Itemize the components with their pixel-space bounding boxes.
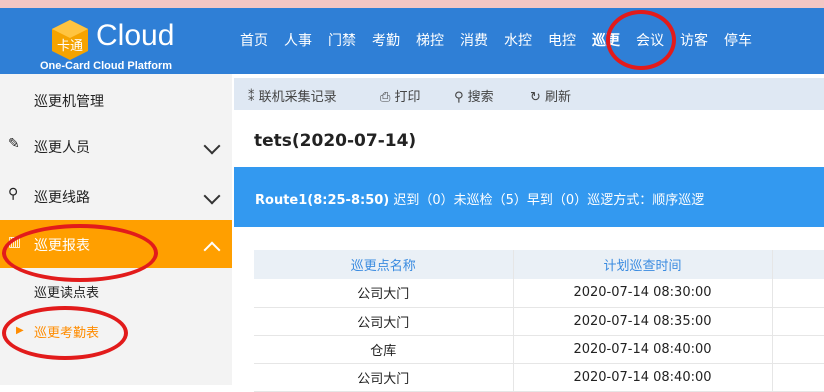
sidebar-item-label: 巡更机管理	[34, 94, 104, 110]
app-header: 卡通 Cloud One-Card Cloud Platform 首页 人事 门…	[0, 8, 824, 74]
table-cell	[772, 307, 824, 336]
route-summary: 迟到（0）未巡检（5）早到（0）巡逻方式：顺序巡逻	[393, 193, 705, 208]
map-pin-icon: ⚲	[8, 186, 19, 202]
table-cell: 公司大门	[254, 307, 514, 336]
sidebar-item-patrol-staff[interactable]: ✎ 巡更人员	[0, 122, 232, 170]
table-cell: 2020-07-14 08:30:00	[513, 279, 773, 308]
table-cell: 公司大门	[254, 279, 514, 308]
search-button[interactable]: ⚲ 搜索	[454, 86, 494, 105]
nav-visitor[interactable]: 访客	[672, 8, 716, 74]
column-header: 巡更点名称	[254, 250, 514, 279]
sidebar-subitem-read-points[interactable]: 巡更读点表	[34, 282, 99, 301]
nav-patrol[interactable]: 巡更	[584, 8, 628, 74]
main-nav: 首页 人事 门禁 考勤 梯控 消费 水控 电控 巡更 会议 访客 停车	[232, 8, 760, 74]
column-header	[772, 250, 824, 279]
user-icon: ✎	[8, 136, 20, 152]
table-cell: 2020-07-14 08:40:00	[513, 363, 773, 392]
sidebar: 巡更机管理 ✎ 巡更人员 ⚲ 巡更线路 ▥ 巡更报表 巡更读点表 ▶ 巡更考勤表	[0, 74, 232, 385]
bar-chart-icon: ▥	[8, 234, 22, 250]
nav-meeting[interactable]: 会议	[628, 8, 672, 74]
nav-attendance[interactable]: 考勤	[364, 8, 408, 74]
search-label: 搜索	[467, 90, 494, 105]
print-icon: ⎙	[380, 90, 391, 105]
table-row: 公司大门 2020-07-14 08:30:00	[254, 279, 824, 308]
search-icon: ⚲	[454, 90, 464, 105]
sidebar-item-label: 巡更报表	[34, 238, 90, 254]
nav-home[interactable]: 首页	[232, 8, 276, 74]
record-button[interactable]: ⁑ 联机采集记录	[248, 86, 337, 105]
patrol-table: 巡更点名称 计划巡查时间 公司大门 2020-07-14 08:30:00 公司…	[254, 250, 824, 392]
table-cell: 公司大门	[254, 363, 514, 392]
table-cell	[772, 363, 824, 392]
sidebar-item-patrol-report[interactable]: ▥ 巡更报表	[0, 220, 232, 268]
print-label: 打印	[394, 90, 421, 105]
logo-subtitle: One-Card Cloud Platform	[40, 60, 173, 72]
chevron-down-icon	[203, 187, 221, 205]
column-header: 计划巡查时间	[513, 250, 773, 279]
record-label: 联机采集记录	[258, 90, 337, 105]
top-strip	[0, 0, 824, 8]
table-header-row: 巡更点名称 计划巡查时间	[254, 250, 824, 279]
sidebar-item-label: 巡更人员	[34, 140, 90, 156]
route-banner: Route1(8:25-8:50) 迟到（0）未巡检（5）早到（0）巡逻方式：顺…	[234, 167, 824, 227]
table-row: 公司大门 2020-07-14 08:40:00	[254, 363, 824, 392]
table-cell: 仓库	[254, 335, 514, 364]
logo-icon: 卡通	[52, 20, 88, 60]
table-cell: 2020-07-14 08:40:00	[513, 335, 773, 364]
table-row: 公司大门 2020-07-14 08:35:00	[254, 307, 824, 336]
triangle-right-icon: ▶	[16, 325, 24, 336]
table-cell	[772, 335, 824, 364]
nav-water[interactable]: 水控	[496, 8, 540, 74]
chevron-down-icon	[203, 137, 221, 155]
logo-text: Cloud	[96, 19, 175, 52]
toolbar: ⁑ 联机采集记录 ⎙ 打印 ⚲ 搜索 ↻ 刷新	[234, 78, 824, 110]
table-cell	[772, 279, 824, 308]
sidebar-item-patrol-device[interactable]: 巡更机管理	[0, 76, 232, 124]
nav-consume[interactable]: 消费	[452, 8, 496, 74]
print-button[interactable]: ⎙ 打印	[380, 86, 421, 105]
route-name: Route1(8:25-8:50)	[255, 193, 390, 208]
svg-text:卡通: 卡通	[57, 39, 83, 54]
refresh-button[interactable]: ↻ 刷新	[530, 86, 571, 105]
nav-parking[interactable]: 停车	[716, 8, 760, 74]
sidebar-subitem-attendance[interactable]: 巡更考勤表	[34, 322, 99, 341]
nav-power[interactable]: 电控	[540, 8, 584, 74]
sidebar-item-label: 巡更线路	[34, 190, 90, 206]
sparkle-icon: ⁑	[248, 90, 255, 105]
nav-hr[interactable]: 人事	[276, 8, 320, 74]
nav-access[interactable]: 门禁	[320, 8, 364, 74]
refresh-icon: ↻	[530, 90, 541, 105]
refresh-label: 刷新	[545, 90, 572, 105]
sidebar-item-patrol-route[interactable]: ⚲ 巡更线路	[0, 172, 232, 220]
nav-elevator[interactable]: 梯控	[408, 8, 452, 74]
chevron-up-icon	[203, 241, 221, 259]
table-cell: 2020-07-14 08:35:00	[513, 307, 773, 336]
table-row: 仓库 2020-07-14 08:40:00	[254, 335, 824, 364]
report-title: tets(2020-07-14)	[254, 131, 417, 151]
